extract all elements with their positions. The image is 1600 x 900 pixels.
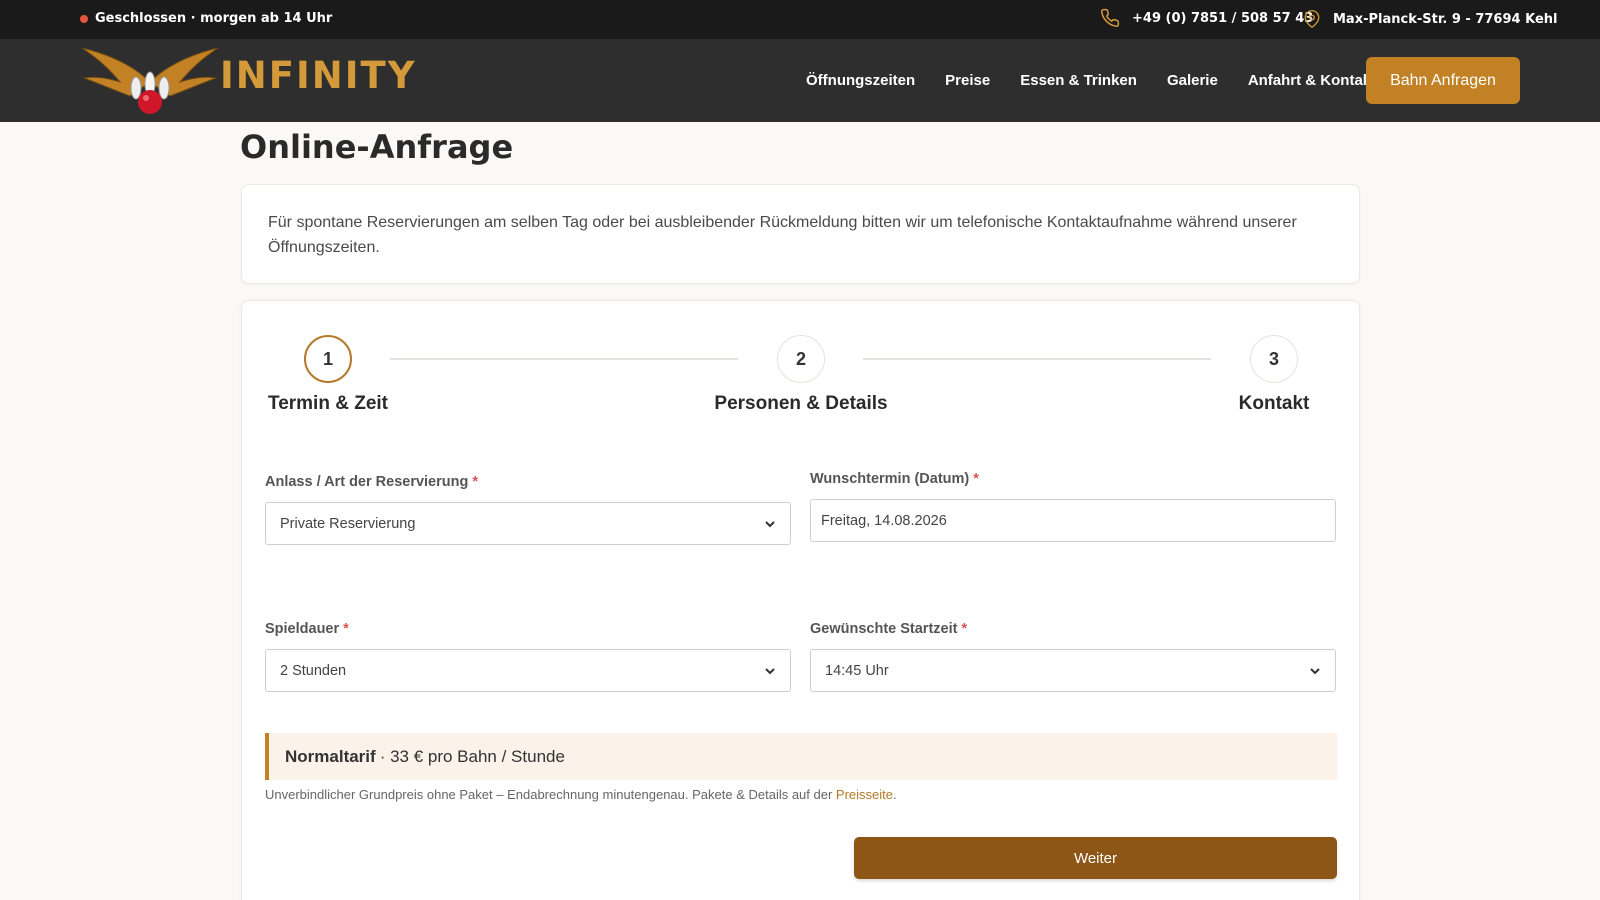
- address-text: Max-Planck-Str. 9 - 77694 Kehl: [1333, 11, 1558, 27]
- map-pin-icon: [1303, 8, 1321, 30]
- anlass-label-text: Anlass / Art der Reservierung: [265, 474, 469, 490]
- bowling-wings-icon: [81, 47, 219, 114]
- anlass-value: Private Reservierung: [280, 515, 416, 532]
- step-connector: [863, 358, 1211, 360]
- main-nav: Öffnungszeiten Preise Essen & Trinken Ga…: [806, 72, 1406, 89]
- opening-status: Geschlossen · morgen ab 14 Uhr: [80, 11, 332, 26]
- nav-preise[interactable]: Preise: [945, 72, 990, 89]
- step-3-label: Kontakt: [1238, 393, 1310, 414]
- datum-label: Wunschtermin (Datum) *: [810, 471, 979, 487]
- preisseite-link[interactable]: Preisseite: [836, 787, 893, 802]
- chevron-down-icon: [764, 518, 776, 530]
- nav-essen-trinken[interactable]: Essen & Trinken: [1020, 72, 1137, 89]
- anlass-select[interactable]: Private Reservierung: [265, 502, 791, 545]
- nav-anfahrt-kontakt[interactable]: Anfahrt & Kontakt: [1248, 72, 1376, 89]
- tarif-name: Normaltarif: [285, 746, 376, 766]
- step-1-label: Termin & Zeit: [268, 393, 388, 414]
- spieldauer-value: 2 Stunden: [280, 662, 347, 679]
- main-header: INFINITY Öffnungszeiten Preise Essen & T…: [0, 39, 1600, 122]
- step-2-circle: 2: [777, 335, 825, 383]
- tarif-hint-text: Unverbindlicher Grundpreis ohne Paket – …: [265, 787, 836, 802]
- startzeit-value: 14:45 Uhr: [825, 662, 889, 679]
- logo[interactable]: INFINITY: [80, 42, 415, 119]
- step-3-circle: 3: [1250, 335, 1298, 383]
- reservation-form-card: 1 Termin & Zeit 2 Personen & Details 3 K…: [241, 300, 1360, 900]
- step-2-label: Personen & Details: [714, 393, 888, 414]
- step-3-number: 3: [1268, 348, 1279, 369]
- nav-galerie[interactable]: Galerie: [1167, 72, 1218, 89]
- required-mark: *: [343, 621, 349, 637]
- datum-input[interactable]: Freitag, 14.08.2026: [810, 499, 1336, 542]
- top-bar: Geschlossen · morgen ab 14 Uhr +49 (0) 7…: [0, 0, 1600, 39]
- required-mark: *: [472, 474, 479, 490]
- spieldauer-label: Spieldauer *: [265, 621, 349, 637]
- notice-box: Für spontane Reservierungen am selben Ta…: [241, 184, 1360, 284]
- weiter-button[interactable]: Weiter: [854, 837, 1337, 879]
- spieldauer-label-text: Spieldauer: [265, 621, 340, 637]
- step-1-circle: 1: [304, 335, 352, 383]
- spieldauer-select[interactable]: 2 Stunden: [265, 649, 791, 692]
- step-1-number: 1: [322, 348, 333, 369]
- chevron-down-icon: [764, 665, 776, 677]
- startzeit-select[interactable]: 14:45 Uhr: [810, 649, 1336, 692]
- status-text: Geschlossen · morgen ab 14 Uhr: [95, 11, 333, 26]
- chevron-down-icon: [1309, 665, 1321, 677]
- step-2-number: 2: [795, 348, 806, 369]
- tarif-hint: Unverbindlicher Grundpreis ohne Paket – …: [265, 787, 897, 802]
- nav-oeffnungszeiten[interactable]: Öffnungszeiten: [806, 72, 915, 89]
- bahn-anfragen-button[interactable]: Bahn Anfragen: [1366, 57, 1520, 104]
- logo-text: INFINITY: [220, 54, 417, 97]
- datum-label-text: Wunschtermin (Datum): [810, 471, 970, 487]
- anlass-label: Anlass / Art der Reservierung *: [265, 474, 478, 490]
- status-dot-icon: [80, 14, 88, 23]
- step-indicator: 1 Termin & Zeit 2 Personen & Details 3 K…: [242, 301, 1361, 441]
- phone-icon: [1100, 8, 1120, 28]
- required-mark: *: [973, 471, 979, 487]
- tarif-price: · 33 € pro Bahn / Stunde: [379, 746, 565, 766]
- required-mark: *: [961, 621, 968, 637]
- phone-number: +49 (0) 7851 / 508 57 43: [1132, 10, 1314, 26]
- phone-link[interactable]: +49 (0) 7851 / 508 57 43: [1100, 8, 1313, 28]
- page-title: Online-Anfrage: [240, 128, 514, 166]
- address-link[interactable]: Max-Planck-Str. 9 - 77694 Kehl: [1303, 8, 1557, 30]
- startzeit-label: Gewünschte Startzeit *: [810, 621, 967, 637]
- tarif-info: Normaltarif · 33 € pro Bahn / Stunde: [265, 733, 1337, 780]
- tarif-hint-end: .: [893, 787, 897, 802]
- startzeit-label-text: Gewünschte Startzeit: [810, 621, 958, 637]
- step-connector: [390, 358, 738, 360]
